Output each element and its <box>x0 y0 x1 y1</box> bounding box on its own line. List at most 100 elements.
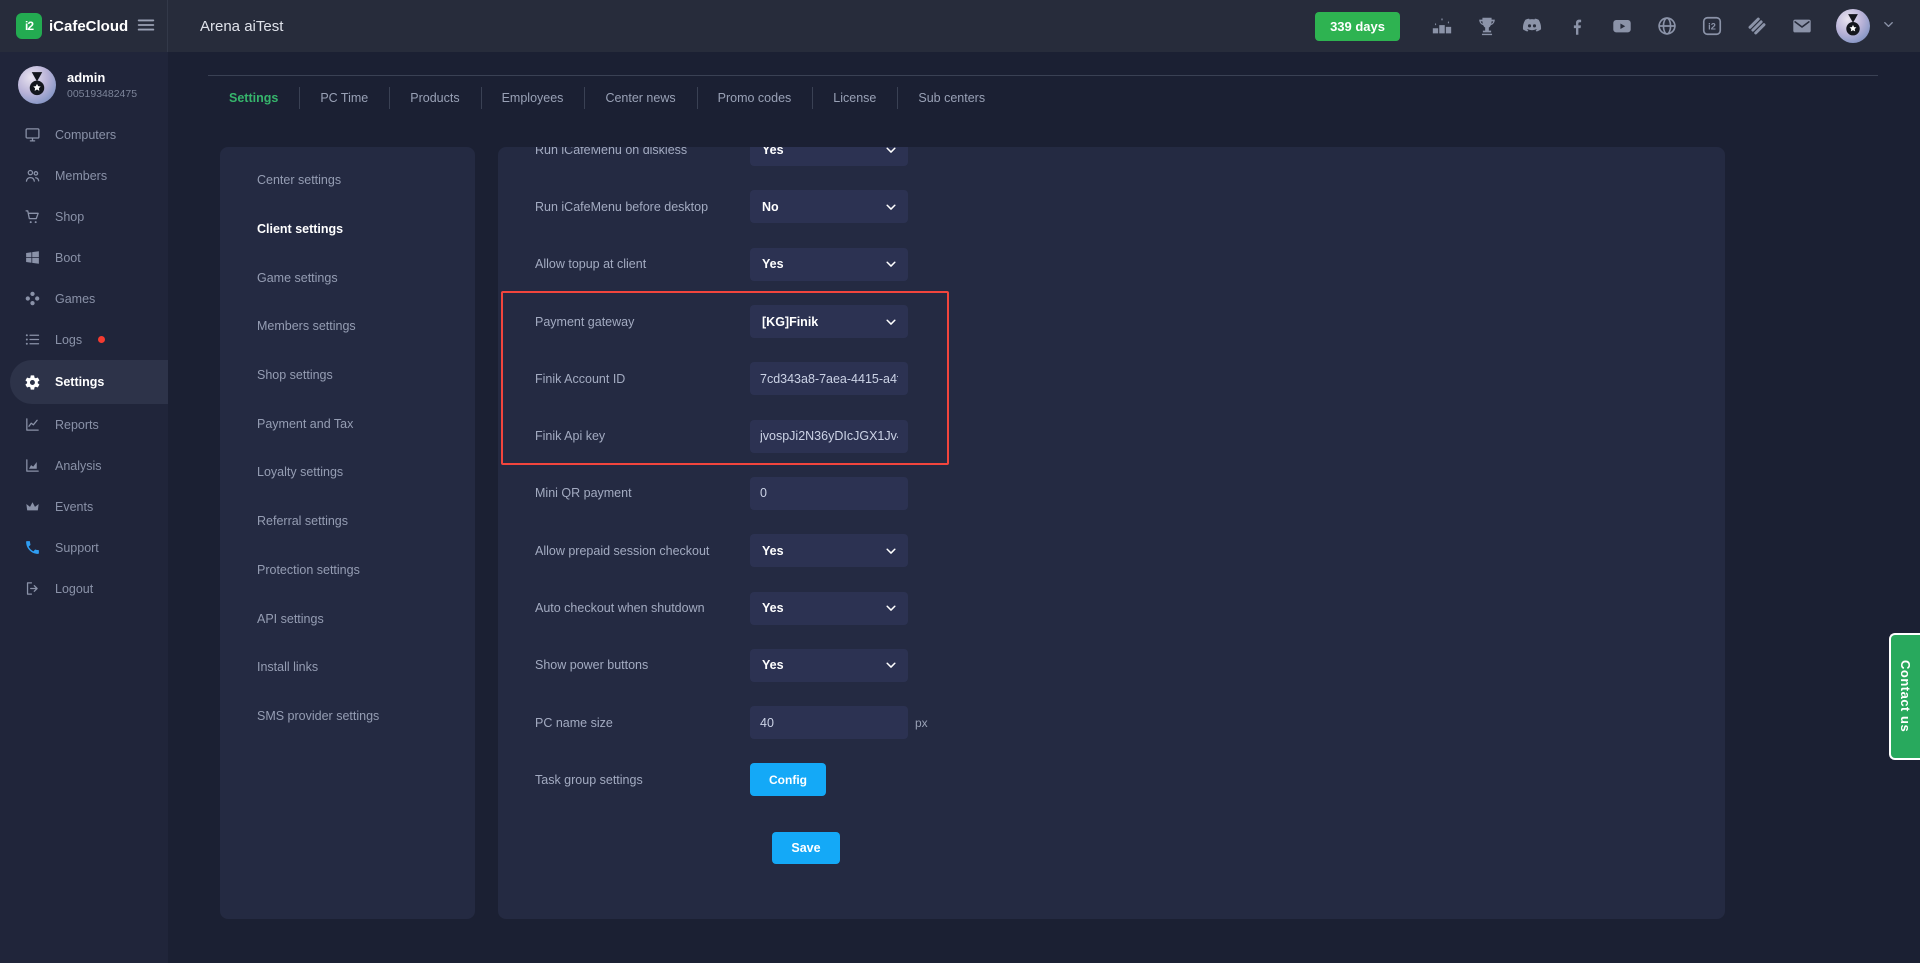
unit-suffix: px <box>915 716 928 730</box>
logo-text: iCafeCloud <box>49 18 128 35</box>
user-name: admin <box>67 70 137 85</box>
settings-menu-item-payment-and-tax[interactable]: Payment and Tax <box>220 399 475 448</box>
chevron-down-icon[interactable] <box>1881 17 1896 35</box>
chevron-down-icon <box>884 601 898 615</box>
allow-prepaid-session-checkout-select[interactable]: Yes <box>750 534 908 567</box>
sidebar-item-support[interactable]: Support <box>0 527 168 568</box>
sidebar-item-boot[interactable]: Boot <box>0 237 168 278</box>
tab-settings[interactable]: Settings <box>208 76 299 121</box>
chevron-down-icon <box>884 315 898 329</box>
chevron-down-icon <box>884 658 898 672</box>
sidebar-item-reports[interactable]: Reports <box>0 404 168 445</box>
settings-menu-item-game-settings[interactable]: Game settings <box>220 253 475 302</box>
notification-dot <box>98 336 105 343</box>
tab-promo-codes[interactable]: Promo codes <box>697 76 813 121</box>
auto-checkout-when-shutdown-select[interactable]: Yes <box>750 592 908 625</box>
field-label: Run iCafeMenu before desktop <box>535 200 750 214</box>
sidebar-item-events[interactable]: Events <box>0 486 168 527</box>
sidebar-item-computers[interactable]: Computers <box>0 114 168 155</box>
discord-icon[interactable] <box>1521 15 1543 37</box>
layers-icon <box>1746 15 1768 37</box>
settings-menu-item-sms-provider-settings[interactable]: SMS provider settings <box>220 692 475 741</box>
settings-menu-item-center-settings[interactable]: Center settings <box>220 156 475 205</box>
mini-qr-payment-input[interactable] <box>750 477 908 510</box>
windows-icon <box>24 249 41 266</box>
facebook-icon[interactable] <box>1566 15 1588 37</box>
medal-icon <box>23 71 51 99</box>
sidebar-item-analysis[interactable]: Analysis <box>0 445 168 486</box>
layers-icon[interactable] <box>1746 15 1768 37</box>
sidebar-item-shop[interactable]: Shop <box>0 196 168 237</box>
tab-license[interactable]: License <box>812 76 897 121</box>
hamburger-menu-icon[interactable] <box>135 14 157 39</box>
payment-gateway-select[interactable]: [KG]Finik <box>750 305 908 338</box>
tab-center-news[interactable]: Center news <box>584 76 696 121</box>
form-row: Auto checkout when shutdownYes <box>535 579 1725 636</box>
trophy-icon[interactable] <box>1476 15 1498 37</box>
license-days-badge[interactable]: 339 days <box>1315 12 1400 41</box>
select-value: Yes <box>762 147 784 157</box>
finik-account-id-input[interactable] <box>750 362 908 395</box>
tab-pc-time[interactable]: PC Time <box>299 76 389 121</box>
settings-menu-item-shop-settings[interactable]: Shop settings <box>220 351 475 400</box>
field-label: Allow prepaid session checkout <box>535 544 750 558</box>
run-icafemenu-on-diskless-select[interactable]: Yes <box>750 147 908 166</box>
sidebar-item-logs[interactable]: Logs <box>0 319 168 360</box>
sidebar-item-label: Support <box>55 541 99 555</box>
chevron-down-icon <box>884 544 898 558</box>
task-group-settings-config-button[interactable]: Config <box>750 763 826 796</box>
sidebar-item-members[interactable]: Members <box>0 155 168 196</box>
header-right: 339 days i2 <box>1315 9 1920 43</box>
contact-us-button[interactable]: Contact us <box>1889 633 1920 760</box>
allow-topup-at-client-select[interactable]: Yes <box>750 248 908 281</box>
save-button[interactable]: Save <box>772 832 840 864</box>
sidebar-item-label: Logs <box>55 333 82 347</box>
sidebar-item-settings[interactable]: Settings <box>10 360 168 404</box>
settings-menu-item-referral-settings[interactable]: Referral settings <box>220 497 475 546</box>
sidebar-item-games[interactable]: Games <box>0 278 168 319</box>
chevron-down-icon <box>884 658 898 672</box>
field-label: Auto checkout when shutdown <box>535 601 750 615</box>
tabs: SettingsPC TimeProductsEmployeesCenter n… <box>208 76 1006 121</box>
user-avatar-small[interactable] <box>18 66 56 104</box>
settings-menu-item-protection-settings[interactable]: Protection settings <box>220 546 475 595</box>
globe-icon[interactable] <box>1656 15 1678 37</box>
user-avatar[interactable] <box>1836 9 1870 43</box>
settings-menu-item-loyalty-settings[interactable]: Loyalty settings <box>220 448 475 497</box>
settings-menu-item-client-settings[interactable]: Client settings <box>220 205 475 254</box>
tab-employees[interactable]: Employees <box>481 76 585 121</box>
youtube-icon[interactable] <box>1611 15 1633 37</box>
select-value: No <box>762 200 779 214</box>
sidebar-item-logout[interactable]: Logout <box>0 568 168 609</box>
icafecloud-icon[interactable]: i2 <box>1701 15 1723 37</box>
user-id: 005193482475 <box>67 88 137 100</box>
sidebar-item-label: Shop <box>55 210 84 224</box>
sidebar-item-label: Members <box>55 169 107 183</box>
chevron-down-icon <box>884 601 898 615</box>
sidebar-item-label: Computers <box>55 128 116 142</box>
settings-menu-item-api-settings[interactable]: API settings <box>220 594 475 643</box>
form-row: Run iCafeMenu on disklessYes <box>535 147 1725 178</box>
tab-products[interactable]: Products <box>389 76 480 121</box>
tab-sub-centers[interactable]: Sub centers <box>897 76 1006 121</box>
games-icon <box>24 290 41 307</box>
finik-api-key-input[interactable] <box>750 420 908 453</box>
medal-icon <box>1840 13 1866 39</box>
crown-icon <box>24 498 41 515</box>
settings-menu-item-install-links[interactable]: Install links <box>220 643 475 692</box>
form-row: PC name sizepx <box>535 694 1725 751</box>
logout-icon <box>24 580 41 597</box>
sidebar-item-label: Games <box>55 292 95 306</box>
sidebar-item-label: Settings <box>55 375 104 389</box>
settings-menu-item-members-settings[interactable]: Members settings <box>220 302 475 351</box>
phone-icon <box>24 539 41 556</box>
show-power-buttons-select[interactable]: Yes <box>750 649 908 682</box>
run-icafemenu-before-desktop-select[interactable]: No <box>750 190 908 223</box>
select-value: Yes <box>762 257 784 271</box>
chevron-down-icon <box>884 147 898 157</box>
mail-icon[interactable] <box>1791 15 1813 37</box>
chart-area-icon <box>24 457 41 474</box>
ranking-icon[interactable] <box>1431 15 1453 37</box>
pc-name-size-input[interactable] <box>750 706 908 739</box>
field-label: Payment gateway <box>535 315 750 329</box>
